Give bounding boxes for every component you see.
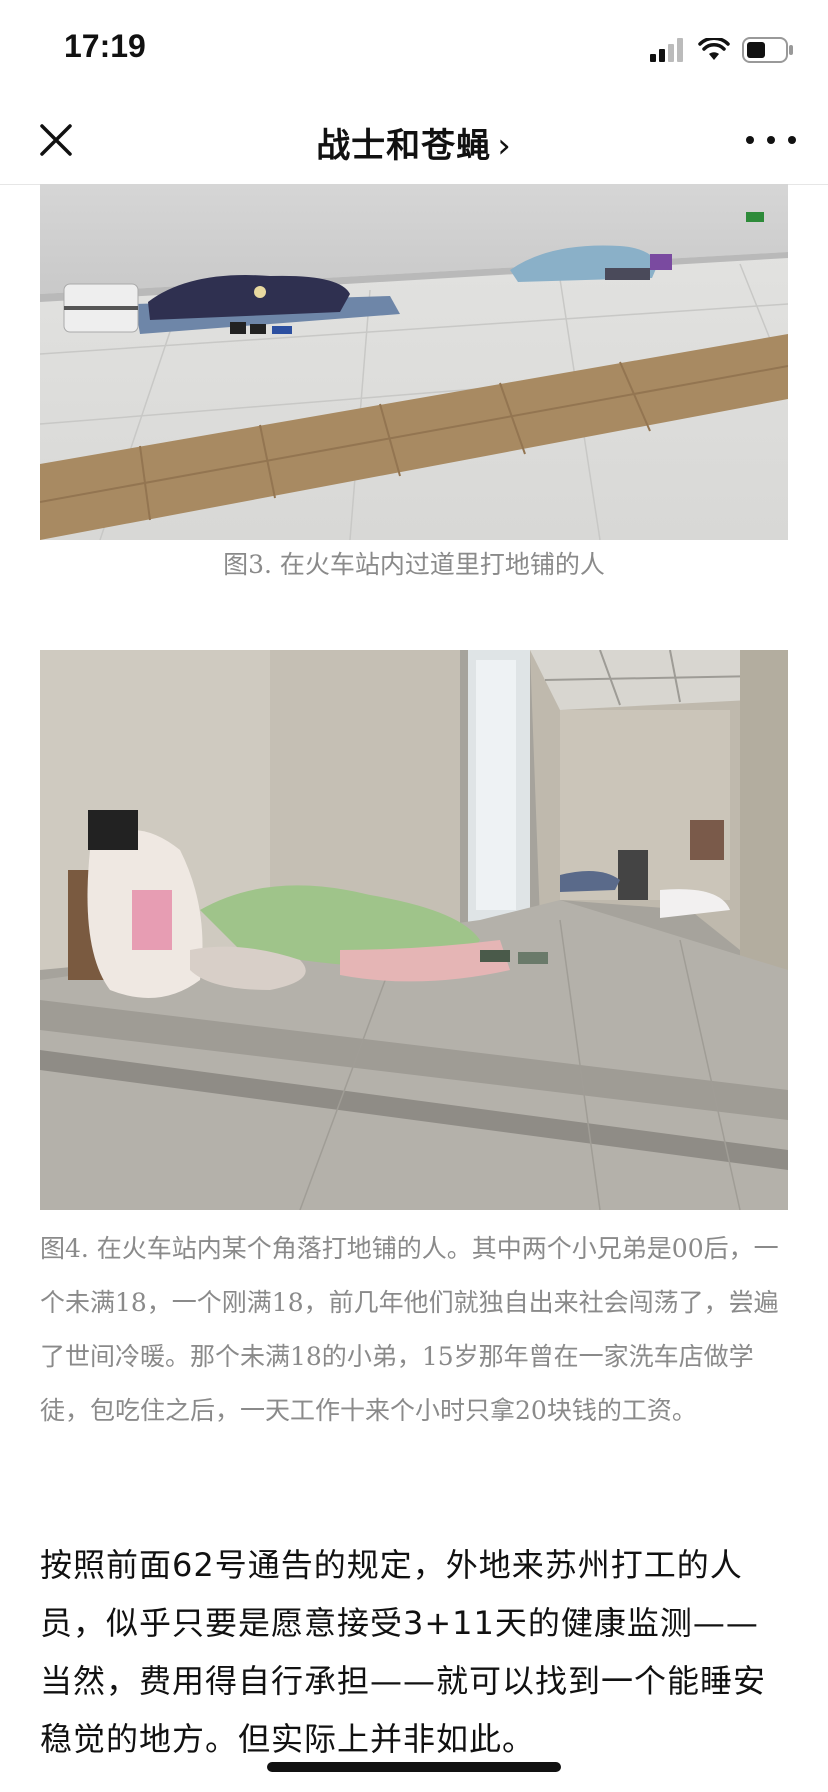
battery-icon xyxy=(742,37,793,63)
more-icon xyxy=(746,136,754,144)
wifi-icon xyxy=(698,38,730,60)
status-bar: 17:19 xyxy=(0,0,828,96)
corridor-image xyxy=(40,184,788,540)
account-title: 战士和苍蝇 xyxy=(316,126,492,166)
corner-image xyxy=(40,650,788,1210)
account-title-link[interactable]: 战士和苍蝇 › xyxy=(0,118,828,167)
status-time: 17:19 xyxy=(64,28,146,64)
chevron-right-icon: › xyxy=(497,126,512,166)
status-icons xyxy=(650,34,794,66)
nav-bar: 战士和苍蝇 › xyxy=(0,96,828,185)
photo-caption-3: 图3. 在火车站内过道里打地铺的人 xyxy=(223,550,605,579)
more-button[interactable] xyxy=(746,124,796,156)
photo-corner[interactable] xyxy=(40,650,788,1210)
article-paragraph: 按照前面62号通告的规定，外地来苏州打工的人员，似乎只要是愿意接受3+11天的健… xyxy=(40,1546,767,1758)
home-indicator[interactable] xyxy=(267,1762,561,1772)
signal-icon xyxy=(650,38,683,62)
photo-corridor[interactable] xyxy=(40,184,788,540)
photo-caption-4: 图4. 在火车站内某个角落打地铺的人。其中两个小兄弟是00后，一个未满18，一个… xyxy=(40,1234,779,1425)
